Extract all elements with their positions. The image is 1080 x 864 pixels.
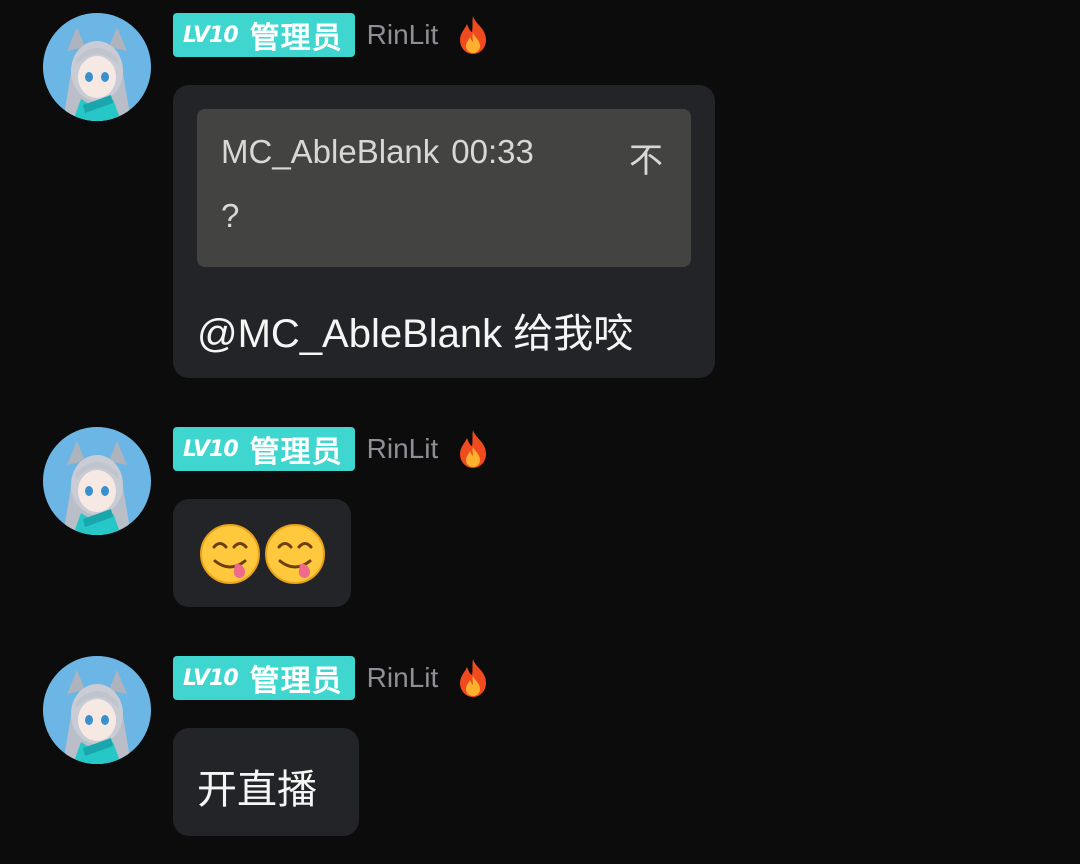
message-bubble[interactable]: MC_AbleBlank 00:33 不 ? @MC_AbleBlank 给我咬: [173, 85, 715, 378]
admin-badge: LV10 管理员: [173, 427, 355, 471]
message-header: LV10 管理员 RinLit: [173, 13, 490, 57]
username[interactable]: RinLit: [367, 433, 439, 465]
admin-badge: LV10 管理员: [173, 656, 355, 700]
chat-message: LV10 管理员 RinLit MC_AbleBlank 00:33 不 ? @M…: [0, 0, 1080, 400]
user-avatar[interactable]: [43, 427, 151, 535]
user-avatar[interactable]: [43, 656, 151, 764]
face-savoring-food-emoji: [265, 524, 325, 584]
role-label: 管理员: [249, 435, 343, 470]
username[interactable]: RinLit: [367, 19, 439, 51]
message-text: 开直播: [197, 768, 317, 812]
reply-time: 00:33: [451, 133, 534, 170]
user-avatar[interactable]: [43, 13, 151, 121]
role-label: 管理员: [249, 21, 343, 56]
reply-header: MC_AbleBlank 00:33: [221, 133, 534, 171]
admin-badge: LV10 管理员: [173, 13, 355, 57]
message-text: @MC_AbleBlank 给我咬: [197, 312, 634, 356]
fire-icon: [460, 16, 487, 54]
level-label: LV10: [183, 436, 239, 462]
chat-message: LV10 管理员 RinLit 开直播: [0, 650, 1080, 864]
level-label: LV10: [183, 22, 239, 48]
reply-quoted-text: 不: [629, 141, 663, 181]
reply-body: ?: [221, 197, 240, 234]
fire-icon: [460, 430, 487, 468]
face-savoring-food-emoji: [200, 524, 260, 584]
reply-quote[interactable]: MC_AbleBlank 00:33 不 ?: [197, 109, 691, 267]
reply-author: MC_AbleBlank: [221, 133, 440, 170]
message-bubble[interactable]: [173, 499, 351, 607]
username[interactable]: RinLit: [367, 662, 439, 694]
chat-message: LV10 管理员 RinLit: [0, 420, 1080, 620]
message-header: LV10 管理员 RinLit: [173, 427, 490, 471]
fire-icon: [460, 659, 487, 697]
level-label: LV10: [183, 665, 239, 691]
message-bubble[interactable]: 开直播: [173, 728, 359, 836]
role-label: 管理员: [249, 664, 343, 699]
message-header: LV10 管理员 RinLit: [173, 656, 490, 700]
